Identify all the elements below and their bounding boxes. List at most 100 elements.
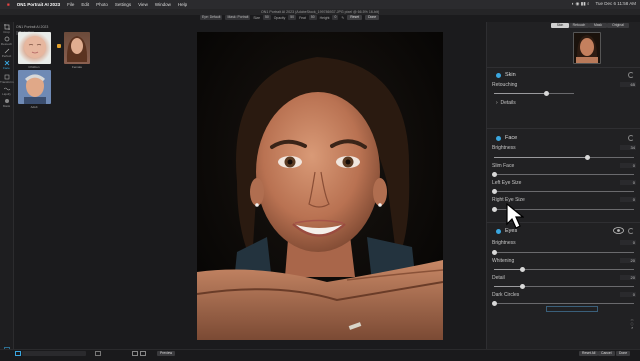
browse-toggle-icon[interactable] <box>15 351 21 356</box>
height-label: Height <box>319 15 330 20</box>
man-photo <box>24 74 46 104</box>
side-utility-strip: ▭ ⓘ ↺ <box>626 318 638 346</box>
detail-slider-knob[interactable] <box>519 284 525 289</box>
done-bottom-button[interactable]: Done <box>616 351 631 356</box>
whitening-value[interactable]: 20 <box>620 258 636 263</box>
transform-tool[interactable]: Transform <box>0 74 14 84</box>
thumbnail-female[interactable] <box>64 32 90 64</box>
photo-canvas[interactable] <box>197 32 443 340</box>
detail-label: Detail <box>492 275 505 281</box>
detail-value[interactable]: 20 <box>620 275 636 280</box>
dark-circles-slider[interactable] <box>491 301 634 306</box>
right-eye-size-slider-knob[interactable] <box>491 207 497 212</box>
left-eye-size-slider-knob[interactable] <box>491 189 497 194</box>
menu-file[interactable]: File <box>67 2 74 7</box>
retouching-slider[interactable] <box>494 91 574 96</box>
details-disclosure[interactable]: › Details <box>496 100 516 106</box>
compare-view-icon[interactable] <box>132 351 138 356</box>
grid-view-icon[interactable] <box>95 351 101 356</box>
retouching-value[interactable]: 65 <box>620 82 636 87</box>
retouching-label: Retouching <box>492 82 518 88</box>
panel-scroll-indicator[interactable] <box>546 306 598 312</box>
height-input[interactable]: 0 <box>332 15 339 20</box>
skin-reset-icon[interactable] <box>628 72 634 78</box>
dark-circles-value[interactable]: 0 <box>620 292 636 297</box>
left-eye-size-label: Left Eye Size <box>492 180 522 186</box>
cancel-button[interactable]: Cancel <box>598 351 615 356</box>
mask-tool[interactable]: Mask <box>0 98 13 108</box>
menu-photo[interactable]: Photo <box>96 2 108 7</box>
face-toggle-icon[interactable] <box>496 135 501 141</box>
eyes-toggle-icon[interactable] <box>496 228 501 234</box>
slim-face-value[interactable]: 0 <box>620 163 636 168</box>
mask-tool-label: Mask <box>2 104 11 108</box>
thumbnail-adult[interactable] <box>18 70 51 104</box>
eye-mode-select[interactable]: Eye: Default <box>200 15 223 20</box>
menu-window[interactable]: Window <box>155 2 171 7</box>
menu-edit[interactable]: Edit <box>81 2 89 7</box>
feather-input[interactable]: 50 <box>308 15 317 20</box>
left-eye-size-slider[interactable] <box>491 189 634 194</box>
view-tab-retouch[interactable]: Retouch <box>569 23 589 28</box>
dark-circles-slider-knob[interactable] <box>491 301 497 306</box>
right-eye-size-value[interactable]: 0 <box>620 197 636 202</box>
retouching-slider-knob[interactable] <box>543 91 549 96</box>
details-label: Details <box>500 100 516 106</box>
whitening-slider-knob[interactable] <box>519 267 525 272</box>
slim-face-slider[interactable] <box>491 172 634 177</box>
face-brightness-slider-fill <box>494 157 588 158</box>
status-icons: ◐ ◉ ▮▮ ⌕ <box>571 1 590 6</box>
chevron-right-icon: › <box>496 100 498 106</box>
face-brightness-slider[interactable] <box>494 155 634 160</box>
face-preview-thumbnail[interactable] <box>573 32 601 64</box>
app-menu[interactable]: ON1 Portrait AI 2023 <box>17 2 60 7</box>
slim-face-slider-knob[interactable] <box>491 172 497 177</box>
face-tool[interactable]: Face <box>0 60 13 70</box>
crop-tool-label: Crop <box>3 30 10 34</box>
detail-slider[interactable] <box>494 284 634 289</box>
liquify-tool[interactable]: Liquify <box>0 86 13 96</box>
brush-icon[interactable]: ✎ <box>341 16 344 20</box>
view-tab-skin[interactable]: Skin <box>551 23 569 28</box>
face-tool-label: Face <box>3 66 10 70</box>
feather-label: Feat <box>299 15 306 20</box>
opacity-input[interactable]: 50 <box>288 15 297 20</box>
perfect-tool[interactable]: Perfect <box>0 48 13 58</box>
reset-button[interactable]: Reset <box>347 15 363 20</box>
done-button[interactable]: Done <box>365 15 380 20</box>
thumbnail-children[interactable] <box>18 32 51 64</box>
whitening-slider[interactable] <box>494 267 634 272</box>
view-tab-mask[interactable]: Mask <box>589 23 607 28</box>
size-input[interactable]: 50 <box>263 15 271 20</box>
mask-mode-select[interactable]: Mask: Portrait <box>225 15 251 20</box>
left-eye-size-value[interactable]: 0 <box>620 180 636 185</box>
face-brightness-value[interactable]: 34 <box>620 145 636 150</box>
menu-settings[interactable]: Settings <box>115 2 131 7</box>
skin-section-header[interactable]: Skin <box>496 72 516 78</box>
thumbnail-children-label: Children <box>28 65 40 69</box>
thumbnail-female-label: Female <box>71 65 82 69</box>
history-icon[interactable]: ↺ <box>626 326 638 330</box>
eyes-brightness-slider-knob[interactable] <box>491 250 497 255</box>
eyes-reset-icon[interactable] <box>628 228 634 234</box>
face-section-header[interactable]: Face <box>496 135 517 141</box>
dark-circles-label: Dark Circles <box>492 292 520 298</box>
view-tab-original[interactable]: Original <box>607 23 629 28</box>
liquify-tool-label: Liquify <box>2 92 11 96</box>
menu-help[interactable]: Help <box>178 2 187 7</box>
crop-tool[interactable]: Crop <box>0 24 13 34</box>
skin-toggle-icon[interactable] <box>496 72 501 78</box>
split-view-icon[interactable] <box>140 351 146 356</box>
eyes-brightness-slider[interactable] <box>491 250 634 255</box>
face-reset-icon[interactable] <box>628 135 634 141</box>
filter-search-input[interactable] <box>22 351 86 356</box>
menu-view[interactable]: View <box>138 2 148 7</box>
slim-face-label: Slim Face <box>492 163 515 169</box>
eye-preview-icon[interactable] <box>613 227 624 234</box>
apple-icon[interactable]: ■ <box>7 2 10 7</box>
perfect-tool-label: Perfect <box>1 54 12 58</box>
preview-button[interactable]: Preview <box>157 351 176 356</box>
eyes-brightness-value[interactable]: 0 <box>620 240 636 245</box>
retouch-tool[interactable]: Retouch <box>0 36 13 46</box>
reset-all-button[interactable]: Reset All <box>579 351 599 356</box>
